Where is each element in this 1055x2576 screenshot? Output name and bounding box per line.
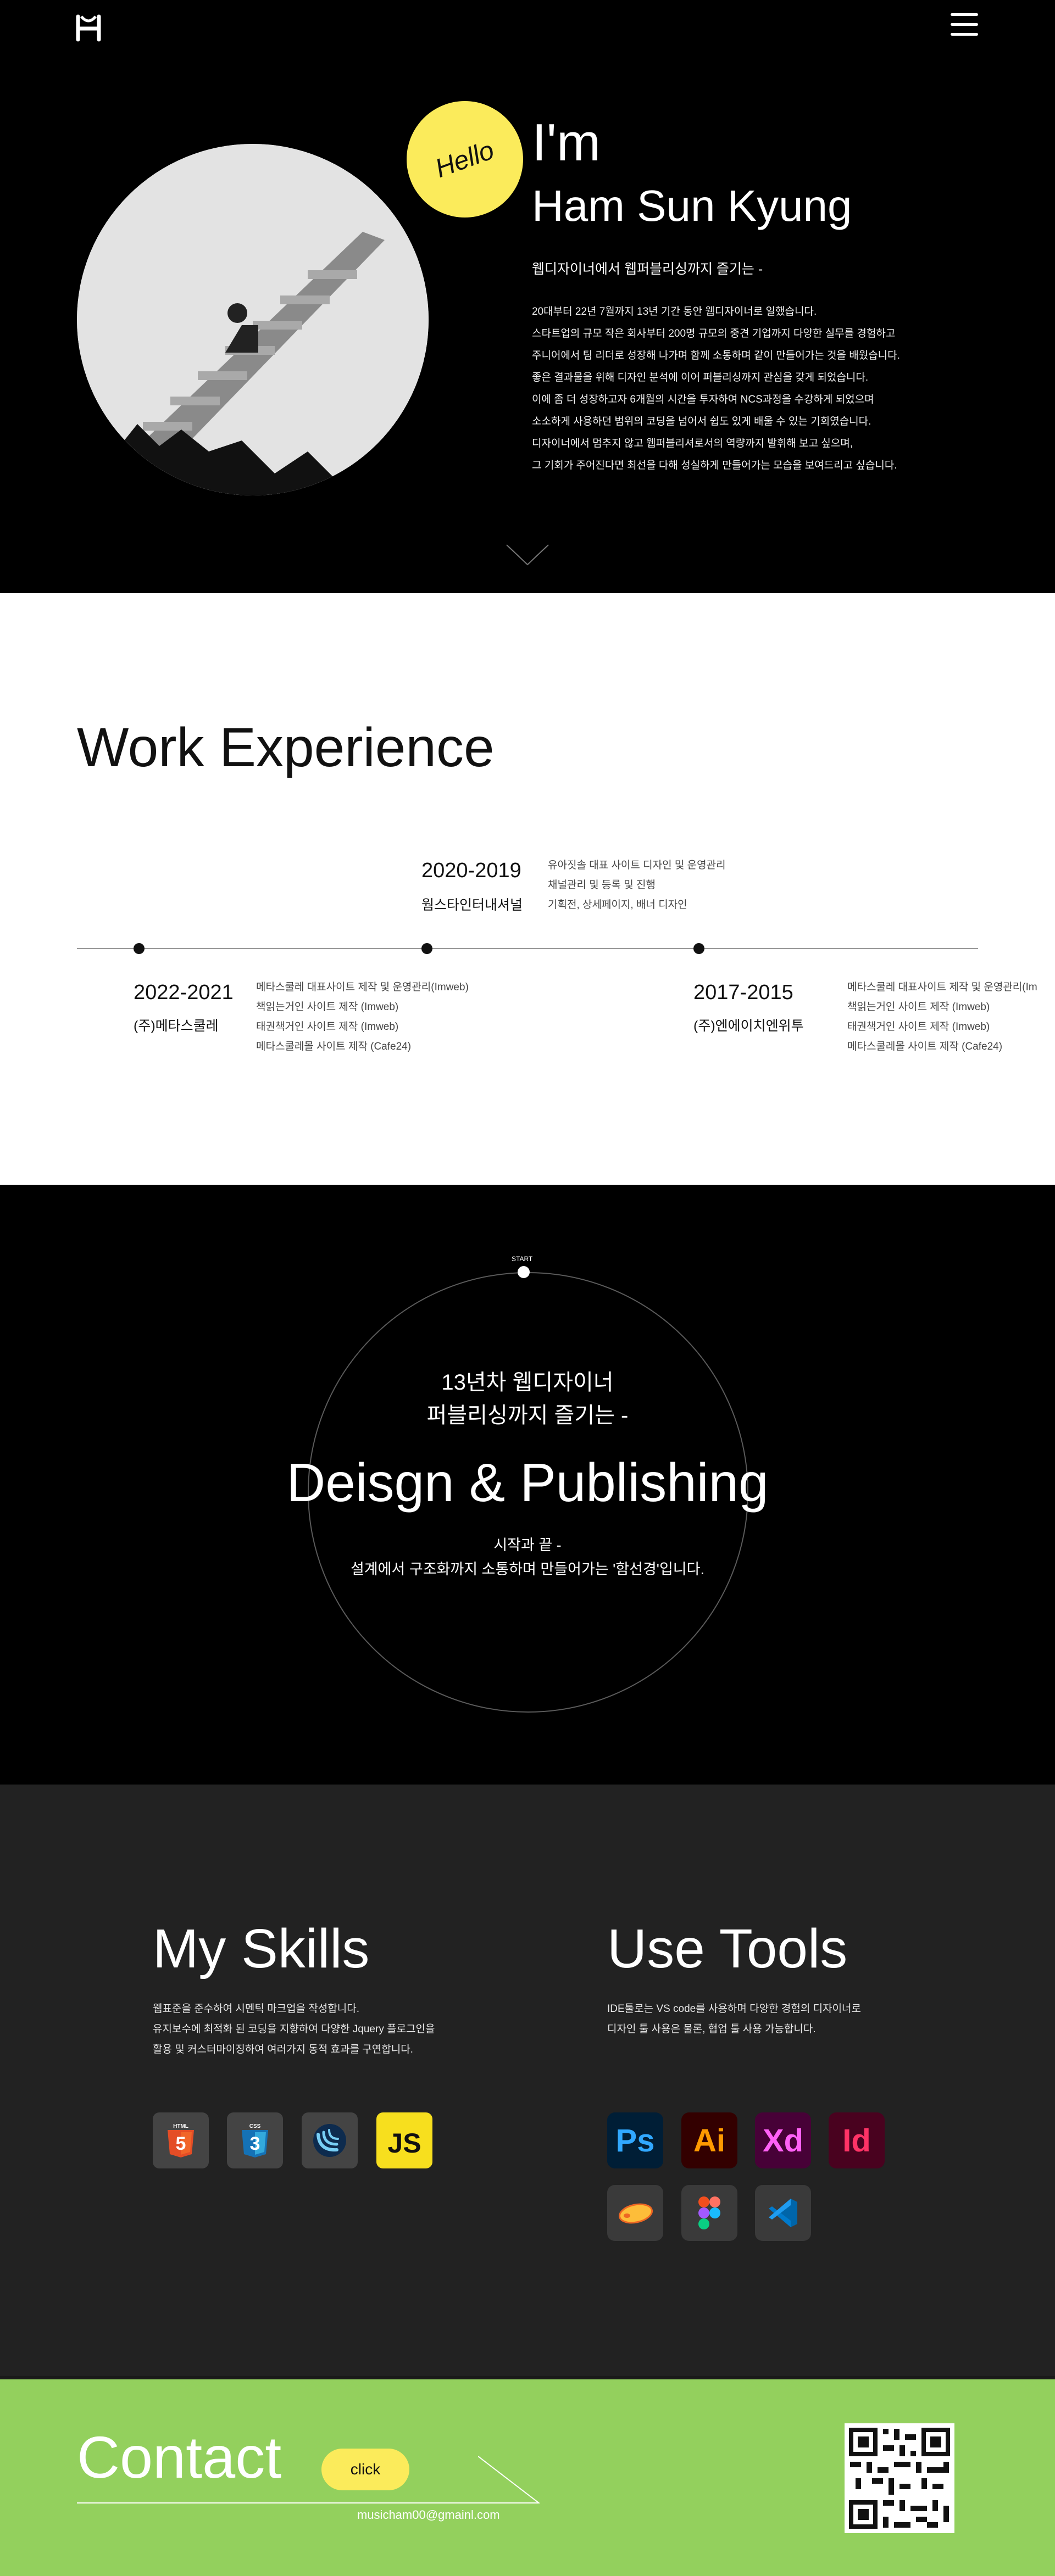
qr-code-icon[interactable]	[845, 2423, 954, 2533]
design-publishing-section: START 13년차 웹디자이너 퍼블리싱까지 즐기는 - Deisgn & P…	[0, 1185, 1055, 1785]
design-intro-line: 13년차 웹디자이너	[441, 1370, 614, 1395]
skills-tools-section: My Skills 웹표준을 준수하여 시멘틱 마크업을 작성합니다. 유지보수…	[0, 1785, 1055, 2376]
work-company: (주)메타스쿨레	[134, 1018, 219, 1034]
skills-desc-line: 웹표준을 준수하여 시멘틱 마크업을 작성합니다.	[153, 2003, 359, 2015]
contact-arrow-icon	[478, 2456, 540, 2503]
html5-icon[interactable]: HTML 5	[153, 2112, 209, 2168]
tools-title: Use Tools	[607, 1918, 848, 1980]
bio-line: 스타트업의 규모 작은 회사부터 200명 규모의 중견 기업까지 다양한 실무…	[532, 328, 896, 339]
bio-line: 주니어에서 팀 리더로 성장해 나가며 함께 소통하며 같이 만들어가는 것을 …	[532, 350, 900, 361]
contact-title: Contact	[77, 2424, 282, 2490]
start-dot	[518, 1266, 530, 1278]
tools-desc-line: 디자인 툴 사용은 물론, 협업 툴 사용 가능합니다.	[607, 2023, 816, 2035]
work-company: 웜스타인터내셔널	[421, 897, 523, 913]
hello-text: Hello	[431, 135, 498, 183]
zeplin-icon[interactable]	[607, 2185, 663, 2241]
intro-im: I'm	[532, 113, 601, 172]
hello-badge: Hello	[407, 101, 523, 218]
bio-line: 그 기회가 주어진다면 최선을 다해 성실하게 만들어가는 모습을 보여드리고 …	[532, 460, 897, 471]
work-experience-section: Work Experience 2020-2019 웜스타인터내셔널 유아짓솔 …	[0, 593, 1055, 1185]
photoshop-icon[interactable]: Ps	[607, 2112, 663, 2168]
skills-desc-line: 유지보수에 최적화 된 코딩을 지향하여 다양한 Jquery 플로그인을	[153, 2023, 435, 2035]
work-task: 메타스쿨레몰 사이트 제작 (Cafe24)	[847, 1041, 1003, 1052]
scroll-down-arrow-icon[interactable]	[506, 544, 549, 566]
css3-glyph: 3	[250, 2133, 260, 2154]
work-task: 책읽는거인 사이트 제작 (Imweb)	[256, 1001, 399, 1013]
css3-label: CSS	[249, 2123, 261, 2129]
work-period: 2020-2019	[421, 859, 521, 882]
work-task: 채널관리 및 등록 및 진행	[548, 879, 656, 891]
work-task: 메타스쿨레몰 사이트 제작 (Cafe24)	[256, 1041, 412, 1052]
design-outro-line: 시작과 끝 -	[493, 1537, 562, 1553]
jquery-icon[interactable]	[302, 2112, 358, 2168]
design-outro-line: 설계에서 구조화까지 소통하며 만들어가는 '함선경'입니다.	[351, 1561, 704, 1577]
work-tasks: 메타스쿨레 대표사이트 제작 및 운영관리(Imweb) 책읽는거인 사이트 제…	[256, 978, 469, 1057]
xd-icon[interactable]: Xd	[755, 2112, 811, 2168]
timeline-dot	[421, 943, 432, 954]
contact-click-button[interactable]: click	[321, 2449, 409, 2490]
work-task: 태권책거인 사이트 제작 (Imweb)	[256, 1021, 399, 1033]
figma-icon[interactable]	[681, 2185, 737, 2241]
work-title: Work Experience	[77, 717, 495, 778]
full-name: Ham Sun Kyung	[532, 181, 852, 230]
work-task: 메타스쿨레 대표사이트 제작 및 운영관리(Imweb)	[256, 982, 469, 993]
start-label: START	[512, 1255, 533, 1263]
vscode-icon[interactable]	[755, 2185, 811, 2241]
contact-email[interactable]: musicham00@gmainl.com	[357, 2508, 500, 2522]
hero-tagline: 웹디자이너에서 웹퍼블리싱까지 즐기는 -	[532, 261, 763, 277]
profile-photo	[77, 144, 429, 495]
work-task: 책읽는거인 사이트 제작 (Imweb)	[847, 1001, 990, 1013]
css3-icon[interactable]: CSS 3	[227, 2112, 283, 2168]
work-task: 유아짓솔 대표 사이트 디자인 및 운영관리	[548, 860, 726, 871]
bio-line: 20대부터 22년 7월까지 13년 기간 동안 웹디자이너로 일했습니다.	[532, 306, 817, 317]
bio-line: 좋은 결과물을 위해 디자인 분석에 이어 퍼블리싱까지 관심을 갖게 되었습니…	[532, 372, 869, 383]
bio-line: 소소하게 사용하던 범위의 코딩을 넘어서 쉽도 있게 배울 수 있는 기회였습…	[532, 416, 871, 427]
work-task: 메타스쿨레 대표사이트 제작 및 운영관리(Im	[847, 982, 1037, 993]
hero-section: Hello I'm Ham Sun Kyung 웹디자이너에서 웹퍼블리싱까지 …	[0, 0, 1055, 593]
work-tasks: 유아짓솔 대표 사이트 디자인 및 운영관리 채널관리 및 등록 및 진행 기획…	[548, 856, 726, 915]
javascript-icon[interactable]: JS	[376, 2112, 432, 2168]
design-big-title: Deisgn & Publishing	[286, 1452, 769, 1513]
work-tasks: 메타스쿨레 대표사이트 제작 및 운영관리(Im 책읽는거인 사이트 제작 (I…	[847, 978, 1037, 1057]
work-task: 기획전, 상세페이지, 배너 디자인	[548, 899, 687, 911]
design-intro-line: 퍼블리싱까지 즐기는 -	[426, 1403, 629, 1428]
work-task: 태권책거인 사이트 제작 (Imweb)	[847, 1021, 990, 1033]
hamburger-menu-icon[interactable]	[951, 13, 978, 38]
tools-desc-line: IDE툴로는 VS code를 사용하며 다양한 경험의 디자이너로	[607, 2003, 862, 2015]
logo-icon[interactable]	[76, 13, 101, 42]
contact-underline	[77, 2502, 538, 2503]
work-period: 2022-2021	[134, 981, 234, 1004]
html5-glyph: 5	[176, 2133, 186, 2154]
timeline-dot	[693, 943, 704, 954]
timeline-dot	[134, 943, 145, 954]
indesign-icon[interactable]: Id	[829, 2112, 885, 2168]
design-outro: 시작과 끝 - 설계에서 구조화까지 소통하며 만들어가는 '함선경'입니다.	[0, 1533, 1055, 1581]
illustrator-icon[interactable]: Ai	[681, 2112, 737, 2168]
skills-desc-line: 활용 및 커스터마이징하여 여러가지 동적 효과를 구연합니다.	[153, 2044, 413, 2055]
timeline-line	[77, 948, 978, 949]
javascript-glyph: JS	[387, 2128, 421, 2157]
skills-description: 웹표준을 준수하여 시멘틱 마크업을 작성합니다. 유지보수에 최적화 된 코딩…	[153, 1999, 435, 2060]
skills-title: My Skills	[153, 1918, 370, 1980]
work-period: 2017-2015	[693, 981, 793, 1004]
bio-line: 이에 좀 더 성장하고자 6개월의 시간을 투자하여 NCS과정을 수강하게 되…	[532, 394, 874, 405]
contact-section: Contact click musicham00@gmainl.com	[0, 2376, 1055, 2576]
html5-label: HTML	[173, 2123, 188, 2129]
bio-line: 디자이너에서 멈추지 않고 웹퍼블리셔로서의 역량까지 발휘해 보고 싶으며,	[532, 438, 853, 449]
tools-description: IDE툴로는 VS code를 사용하며 다양한 경험의 디자이너로 디자인 툴…	[607, 1999, 861, 2039]
work-company: (주)엔에이치엔위투	[693, 1018, 804, 1034]
bio-text: 20대부터 22년 7월까지 13년 기간 동안 웹디자이너로 일했습니다. 스…	[532, 301, 1004, 477]
design-intro: 13년차 웹디자이너 퍼블리싱까지 즐기는 -	[0, 1366, 1055, 1432]
